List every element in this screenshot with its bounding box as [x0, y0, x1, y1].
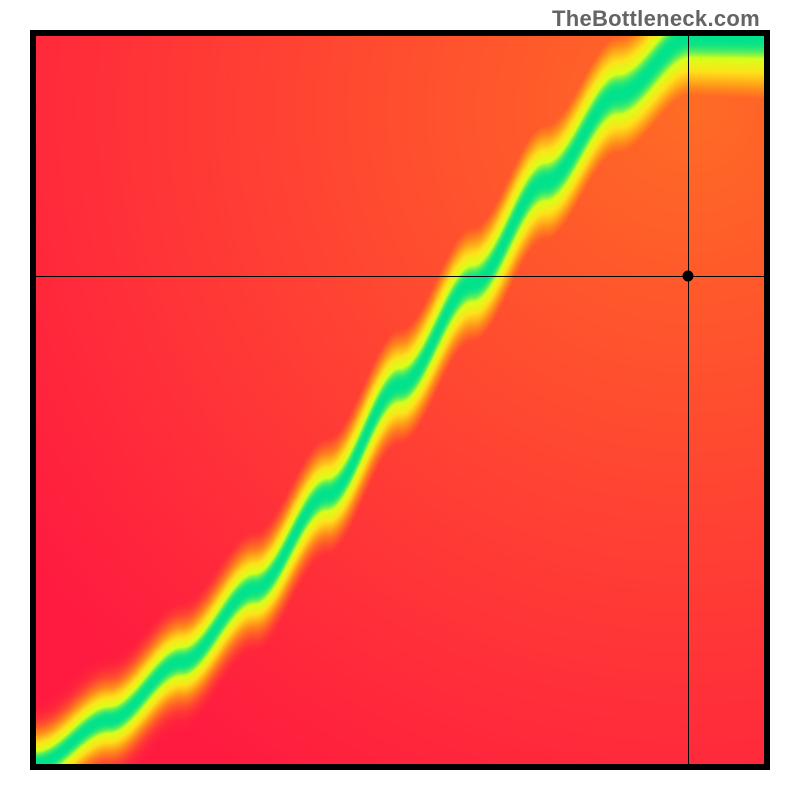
crosshair-horizontal — [36, 276, 764, 277]
marker-point — [682, 271, 693, 282]
chart-container: TheBottleneck.com — [0, 0, 800, 800]
heatmap-canvas — [36, 36, 764, 764]
watermark-text: TheBottleneck.com — [552, 6, 760, 32]
plot-frame — [30, 30, 770, 770]
plot-inner — [36, 36, 764, 764]
crosshair-vertical — [688, 36, 689, 764]
